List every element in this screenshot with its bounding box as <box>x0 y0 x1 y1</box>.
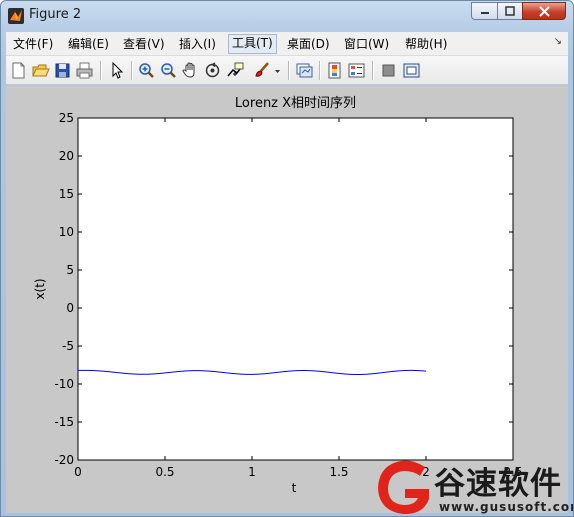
select-arrow-icon[interactable] <box>107 61 126 80</box>
y-axis-label: x(t) <box>33 278 47 299</box>
x-tick-label: 1 <box>248 465 256 479</box>
legend-icon[interactable] <box>347 61 366 80</box>
show-plot-tools-icon[interactable] <box>402 61 421 80</box>
watermark-logo <box>378 460 429 515</box>
title-bar[interactable]: Figure 2 <box>1 1 573 30</box>
save-icon[interactable] <box>53 61 72 80</box>
y-tick-label: 5 <box>66 263 74 277</box>
window-title: Figure 2 <box>29 7 82 22</box>
brush-icon[interactable] <box>253 61 272 80</box>
menu-desktop[interactable]: 桌面(D) <box>284 35 333 53</box>
menu-file[interactable]: 文件(F) <box>10 35 56 53</box>
y-tick-label: -20 <box>54 453 74 467</box>
y-tick-label: -10 <box>54 377 74 391</box>
y-tick-label: -5 <box>62 339 74 353</box>
menu-window[interactable]: 窗口(W) <box>341 35 392 53</box>
y-tick-label: 15 <box>59 187 74 201</box>
y-tick-label: 25 <box>59 111 74 125</box>
watermark-url: www.gususoft.com <box>439 500 574 514</box>
x-axis-label: t <box>292 481 297 495</box>
plot-area[interactable] <box>77 117 514 461</box>
x-tick-label: 1.5 <box>329 465 348 479</box>
menu-edit[interactable]: 编辑(E) <box>65 35 112 53</box>
maximize-icon <box>505 6 515 16</box>
watermark-text: 谷速软件 <box>434 466 562 502</box>
menu-tools[interactable]: 工具(T) <box>228 34 277 54</box>
menu-view[interactable]: 查看(V) <box>120 35 168 53</box>
minimize-button[interactable] <box>471 2 497 20</box>
toolbar-separator <box>319 61 321 80</box>
toolbar-separator <box>288 61 290 80</box>
close-icon <box>538 5 550 17</box>
menu-insert[interactable]: 插入(I) <box>176 35 219 53</box>
new-figure-icon[interactable] <box>9 61 28 80</box>
figure-toolbar <box>6 56 568 85</box>
open-file-icon[interactable] <box>31 61 50 80</box>
menu-help[interactable]: 帮助(H) <box>402 35 450 53</box>
minimize-icon <box>480 12 489 14</box>
menu-bar: 文件(F) 编辑(E) 查看(V) 插入(I) 工具(T) 桌面(D) 窗口(W… <box>6 32 568 56</box>
y-tick-label: 20 <box>59 149 74 163</box>
zoom-out-icon[interactable] <box>159 61 178 80</box>
x-tick-label: 0.5 <box>155 465 174 479</box>
toolbar-separator <box>131 61 133 80</box>
y-tick-label: 10 <box>59 225 74 239</box>
link-plot-icon[interactable] <box>295 61 314 80</box>
data-cursor-icon[interactable] <box>226 61 245 80</box>
zoom-in-icon[interactable] <box>137 61 156 80</box>
matlab-app-icon <box>8 8 24 24</box>
rotate-3d-icon[interactable] <box>203 61 222 80</box>
figure-canvas: Lorenz X相时间序列 t x(t) 0 0.5 1 1.5 2 2.5 -20 -15-… <box>6 86 568 513</box>
maximize-button[interactable] <box>497 2 522 20</box>
brush-dropdown-icon[interactable] <box>273 61 282 80</box>
hide-plot-tools-icon[interactable] <box>379 61 398 80</box>
print-icon[interactable] <box>75 61 94 80</box>
menubar-overflow-icon[interactable]: ↘ <box>554 36 562 47</box>
window-controls <box>471 2 566 21</box>
toolbar-separator <box>372 61 374 80</box>
toolbar-separator <box>100 61 102 80</box>
pan-hand-icon[interactable] <box>181 61 200 80</box>
colorbar-icon[interactable] <box>325 61 344 80</box>
lorenz-plot: Lorenz X相时间序列 t x(t) 0 0.5 1 1.5 2 2.5-20-15-… <box>33 96 523 495</box>
y-tick-label: -15 <box>54 415 74 429</box>
chart-title: Lorenz X相时间序列 <box>235 96 356 111</box>
y-tick-label: 0 <box>66 301 74 315</box>
x-tick-label: 0 <box>74 465 82 479</box>
close-button[interactable] <box>522 2 566 20</box>
figure-window: Figure 2 文件(F) 编辑(E) 查看(V) 插入(I) 工具(T) 桌… <box>0 0 574 517</box>
